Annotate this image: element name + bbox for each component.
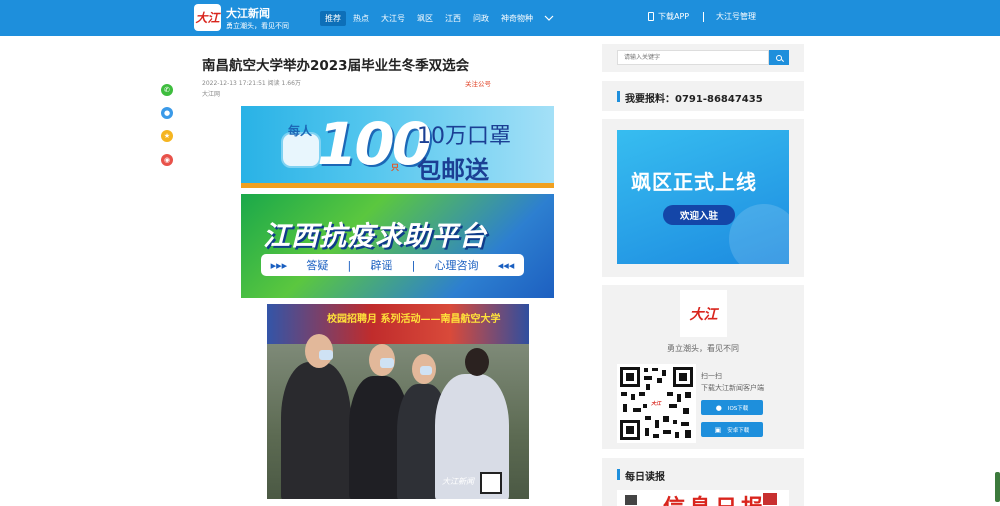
face-mask bbox=[380, 358, 394, 368]
nav-item-recommend[interactable]: 推荐 bbox=[320, 10, 346, 26]
daily-read-title: 每日读报 bbox=[625, 472, 665, 483]
banner-zhi-text: 只 bbox=[391, 163, 399, 172]
article-source: 大江网 bbox=[202, 91, 221, 98]
daily-read-accent bbox=[617, 469, 620, 480]
photo-watermark-logo: 大江新闻 bbox=[442, 477, 474, 486]
ios-download-label: IOS下载 bbox=[727, 405, 749, 412]
ad-title: 飒区正式上线 bbox=[631, 170, 757, 194]
brand-name[interactable]: 大江新闻 bbox=[226, 5, 270, 21]
help-platform-pill: ▸▸▸ 答疑 | 辟谣 | 心理咨询 ◂◂◂ bbox=[261, 254, 524, 276]
android-icon: ▣ bbox=[714, 425, 722, 434]
nav-item-hot[interactable]: 热点 bbox=[348, 11, 374, 26]
article-title: 南昌航空大学举办2023届毕业生冬季双选会 bbox=[202, 58, 470, 74]
nav-item-wenzheng[interactable]: 问政 bbox=[468, 11, 494, 26]
pill-item-psych: 心理咨询 bbox=[434, 259, 479, 272]
arrows-right: ◂◂◂ bbox=[497, 258, 515, 272]
help-platform-title: 江西抗疫求助平台 bbox=[263, 221, 487, 252]
qzone-icon[interactable]: ★ bbox=[161, 130, 173, 142]
phone-icon bbox=[648, 12, 654, 21]
search-button[interactable] bbox=[769, 50, 789, 65]
scan-sub-text: 下载大江新闻客户端 bbox=[701, 384, 764, 392]
app-slogan: 勇立潮头，看见不同 bbox=[667, 344, 739, 353]
banner-strip bbox=[241, 183, 554, 188]
newspaper-thumbnail[interactable]: 信息日报 bbox=[617, 490, 789, 506]
logo-text: 大江 bbox=[195, 11, 220, 25]
chevron-down-icon[interactable] bbox=[544, 15, 554, 22]
ad-decoration bbox=[729, 204, 789, 264]
pill-item-rumor: 辟谣 bbox=[370, 259, 393, 272]
nav-item-jiangxi[interactable]: 江西 bbox=[440, 11, 466, 26]
face-mask bbox=[420, 366, 432, 375]
person bbox=[281, 362, 351, 499]
site-logo[interactable]: 大江 bbox=[194, 4, 221, 31]
brand-slogan: 勇立潮头，看见不同 bbox=[226, 22, 289, 30]
article-photo: 校园招聘月 系列活动——南昌航空大学 大江新闻 bbox=[267, 304, 529, 499]
apple-icon: ● bbox=[715, 403, 722, 412]
pill-divider: | bbox=[347, 258, 352, 272]
follow-button[interactable]: 关注公号 bbox=[465, 78, 491, 88]
main-nav: 推荐 热点 大江号 飒区 江西 问政 神奇物种 bbox=[320, 10, 554, 26]
banner-line1: 10万口罩 bbox=[417, 124, 511, 149]
banner-mei-text: 每人 bbox=[288, 124, 313, 138]
app-logo: 大江 bbox=[680, 290, 727, 337]
admin-link[interactable]: 大江号管理 bbox=[716, 11, 756, 22]
nav-item-dajianghao[interactable]: 大江号 bbox=[376, 11, 410, 26]
paper-left-thumb bbox=[625, 495, 637, 505]
pill-divider: | bbox=[411, 258, 416, 272]
search-input[interactable] bbox=[617, 50, 769, 65]
nav-divider bbox=[703, 12, 704, 22]
qq-icon[interactable]: ● bbox=[161, 107, 173, 119]
mask-promo-banner[interactable]: 每人 100 只 10万口罩 包邮送 bbox=[241, 106, 554, 188]
ad-join-button[interactable]: 欢迎入驻 bbox=[663, 205, 735, 225]
banner-line2: 包邮送 bbox=[417, 156, 489, 184]
saqu-ad-banner[interactable]: 飒区正式上线 欢迎入驻 bbox=[617, 130, 789, 264]
scrollbar-thumb[interactable] bbox=[995, 472, 1000, 502]
download-app-link[interactable]: 下载APP bbox=[648, 11, 689, 22]
epidemic-help-banner[interactable]: 江西抗疫求助平台 ▸▸▸ 答疑 | 辟谣 | 心理咨询 ◂◂◂ bbox=[241, 194, 554, 298]
nav-item-saqu[interactable]: 飒区 bbox=[412, 11, 438, 26]
paper-right-thumb bbox=[763, 493, 777, 505]
face-mask bbox=[319, 350, 333, 360]
weibo-icon[interactable]: ◉ bbox=[161, 154, 173, 166]
qr-center-logo: 大江 bbox=[650, 398, 662, 408]
wechat-icon[interactable]: ✆ bbox=[161, 84, 173, 96]
hotline-text: 我要报料：0791-86847435 bbox=[625, 94, 763, 105]
download-app-label: 下载APP bbox=[658, 12, 690, 21]
qr-code: 大江 bbox=[617, 364, 696, 443]
qr-code-icon bbox=[480, 472, 502, 494]
ios-download-button[interactable]: ● IOS下载 bbox=[701, 400, 763, 415]
newspaper-name: 信息日报 bbox=[663, 490, 767, 506]
hotline-accent bbox=[617, 91, 620, 102]
person-head bbox=[465, 348, 489, 376]
photo-banner-text: 校园招聘月 系列活动——南昌航空大学 bbox=[327, 314, 501, 325]
scan-text: 扫一扫 bbox=[701, 372, 722, 380]
arrows-left: ▸▸▸ bbox=[270, 258, 288, 272]
banner-100-text: 100 bbox=[317, 110, 432, 178]
article-meta: 2022-12-13 17:21:51 阅读 1.66万 bbox=[202, 80, 301, 87]
android-download-button[interactable]: ▣ 安卓下载 bbox=[701, 422, 763, 437]
android-download-label: 安卓下载 bbox=[727, 427, 750, 434]
nav-item-species[interactable]: 神奇物种 bbox=[496, 11, 538, 26]
pill-item-qa: 答疑 bbox=[306, 259, 329, 272]
app-logo-text: 大江 bbox=[689, 306, 718, 323]
search-icon bbox=[776, 54, 782, 61]
